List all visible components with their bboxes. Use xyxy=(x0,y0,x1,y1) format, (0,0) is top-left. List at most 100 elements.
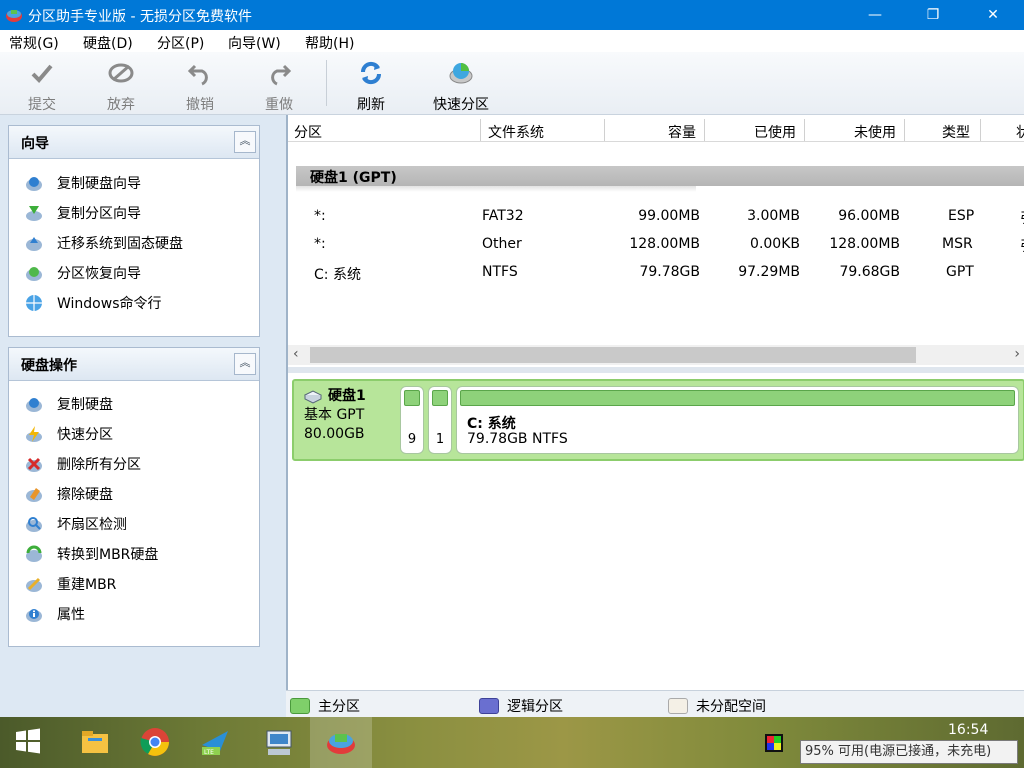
sidebar-item-wipe-disk[interactable]: 擦除硬盘 xyxy=(25,482,113,506)
file-explorer-icon[interactable] xyxy=(78,725,112,759)
collapse-icon[interactable]: ︽ xyxy=(234,131,256,153)
partition-name: C: 系统 xyxy=(467,416,516,432)
menu-help[interactable]: 帮助(H) xyxy=(305,33,354,53)
window-title: 分区助手专业版 - 无损分区免费软件 xyxy=(28,9,252,25)
col-status[interactable]: 状 xyxy=(1016,122,1024,141)
disk-map[interactable]: 硬盘1 基本 GPT 80.00GB 9 1 C: 系统 79.78GB NTF… xyxy=(292,379,1024,461)
app-logo-icon xyxy=(6,10,22,22)
legend-primary: 主分区 xyxy=(290,696,360,716)
usage-bar xyxy=(460,390,1015,406)
undo-icon xyxy=(187,64,208,86)
info-icon xyxy=(26,609,42,622)
quick-partition-button[interactable]: 快速分区 xyxy=(426,60,496,114)
partition-block-c[interactable]: C: 系统 79.78GB NTFS xyxy=(456,386,1019,454)
wizard-panel-header: 向导 ︽ xyxy=(9,126,259,159)
sidebar-item-copy-partition-wizard[interactable]: 复制分区向导 xyxy=(25,201,141,225)
taskbar-clock[interactable]: 16:54 xyxy=(948,722,988,738)
chrome-icon[interactable] xyxy=(138,725,172,759)
lightning-icon xyxy=(26,426,42,442)
sidebar-item-windows-cmd[interactable]: Windows命令行 xyxy=(25,291,162,315)
discard-icon xyxy=(108,63,134,83)
redo-button[interactable]: 重做 xyxy=(249,60,309,114)
redo-icon xyxy=(271,64,292,86)
disk-ops-panel-title: 硬盘操作 xyxy=(21,358,77,374)
commit-button[interactable]: 提交 xyxy=(12,60,72,114)
close-button[interactable]: ✕ xyxy=(970,0,1016,30)
col-free[interactable]: 未使用 xyxy=(854,122,896,141)
sidebar-item-properties[interactable]: 属性 xyxy=(25,602,85,626)
legend-unallocated: 未分配空间 xyxy=(668,696,766,716)
partition-list-area: 分区 文件系统 容量 已使用 未使用 类型 状 硬盘1 (GPT) *: FAT… xyxy=(286,115,1024,690)
sidebar: 向导 ︽ 复制硬盘向导 复制分区向导 迁移系统到固态硬盘 分区恢复向导 Wind… xyxy=(0,115,286,717)
col-capacity[interactable]: 容量 xyxy=(668,122,696,141)
partition-detail: 79.78GB NTFS xyxy=(467,431,568,447)
menu-bar: 常规(G) 硬盘(D) 分区(P) 向导(W) 帮助(H) xyxy=(0,30,1024,52)
sidebar-item-copy-disk-wizard[interactable]: 复制硬盘向导 xyxy=(25,171,141,195)
table-header: 分区 文件系统 容量 已使用 未使用 类型 状 xyxy=(288,119,1024,142)
sidebar-item-convert-mbr[interactable]: 转换到MBR硬盘 xyxy=(25,542,158,566)
sidebar-item-rebuild-mbr[interactable]: 重建MBR xyxy=(25,572,116,596)
horizontal-scrollbar[interactable]: ‹ › xyxy=(288,345,1024,365)
col-partition[interactable]: 分区 xyxy=(294,122,322,141)
rebuild-icon xyxy=(26,577,42,592)
col-separator xyxy=(980,119,981,141)
disk-copy-icon xyxy=(26,398,42,412)
scrollbar-thumb[interactable] xyxy=(310,347,916,363)
legend-logical: 逻辑分区 xyxy=(479,696,563,716)
disk-group-shadow xyxy=(296,186,696,192)
toolbar-separator xyxy=(326,60,327,106)
hard-disk-icon xyxy=(304,389,322,404)
eraser-icon xyxy=(26,488,42,502)
discard-button[interactable]: 放弃 xyxy=(91,60,151,114)
col-used[interactable]: 已使用 xyxy=(754,122,796,141)
remote-desktop-icon[interactable] xyxy=(262,725,296,759)
minimize-button[interactable]: — xyxy=(852,0,898,30)
recovery-icon xyxy=(26,267,42,281)
windows-start-icon[interactable] xyxy=(14,727,42,755)
menu-wizard[interactable]: 向导(W) xyxy=(228,33,281,53)
disk-size: 80.00GB xyxy=(304,426,365,442)
col-type[interactable]: 类型 xyxy=(942,122,970,141)
lte-app-icon[interactable]: LTE xyxy=(198,725,232,759)
scroll-right-icon[interactable]: › xyxy=(1014,346,1020,362)
sidebar-item-bad-sector-check[interactable]: 坏扇区检测 xyxy=(25,512,127,536)
maximize-button[interactable]: ❐ xyxy=(910,0,956,30)
toolbar: 提交 放弃 撤销 重做 刷新 快速分区 xyxy=(0,52,1024,115)
table-row[interactable]: C: 系统 NTFS 79.78GB 97.29MB 79.68GB GPT xyxy=(288,262,1024,284)
col-filesystem[interactable]: 文件系统 xyxy=(488,122,544,141)
menu-disk[interactable]: 硬盘(D) xyxy=(83,33,133,53)
legend-bar: 主分区 逻辑分区 未分配空间 xyxy=(286,690,1024,718)
refresh-button[interactable]: 刷新 xyxy=(341,60,401,114)
sidebar-item-quick-partition[interactable]: 快速分区 xyxy=(25,422,113,446)
table-row[interactable]: *: Other 128.00MB 0.00KB 128.00MB MSR 引 xyxy=(288,234,1024,256)
disk-group-header[interactable]: 硬盘1 (GPT) xyxy=(296,166,1024,186)
table-row[interactable]: *: FAT32 99.00MB 3.00MB 96.00MB ESP 引 xyxy=(288,206,1024,228)
col-separator xyxy=(480,119,481,141)
disk-type: 基本 GPT xyxy=(304,407,365,423)
menu-general[interactable]: 常规(G) xyxy=(9,33,59,53)
partition-assistant-taskbar-button[interactable] xyxy=(310,717,372,768)
title-bar: 分区助手专业版 - 无损分区免费软件 — ❐ ✕ xyxy=(0,0,1024,30)
color-app-tray-icon[interactable] xyxy=(764,733,784,753)
pane-splitter[interactable] xyxy=(288,367,1024,373)
collapse-icon[interactable]: ︽ xyxy=(234,353,256,375)
refresh-icon xyxy=(360,61,382,85)
menu-partition[interactable]: 分区(P) xyxy=(157,33,204,53)
sidebar-item-delete-all-partitions[interactable]: 删除所有分区 xyxy=(25,452,141,476)
svg-text:LTE: LTE xyxy=(204,749,214,756)
disk-name: 硬盘1 xyxy=(328,388,366,404)
partition-block-msr[interactable]: 1 xyxy=(428,386,452,454)
quick-partition-icon xyxy=(449,63,473,84)
sidebar-item-copy-disk[interactable]: 复制硬盘 xyxy=(25,392,113,416)
sidebar-item-migrate-os-ssd[interactable]: 迁移系统到固态硬盘 xyxy=(25,231,183,255)
undo-button[interactable]: 撤销 xyxy=(170,60,230,114)
disk-copy-icon xyxy=(26,177,42,191)
partition-assistant-icon xyxy=(327,734,355,754)
disk-info: 硬盘1 基本 GPT 80.00GB xyxy=(304,387,366,444)
partition-block-esp[interactable]: 9 xyxy=(400,386,424,454)
convert-icon xyxy=(26,545,42,562)
usage-bar xyxy=(404,390,420,406)
sidebar-item-partition-recovery[interactable]: 分区恢复向导 xyxy=(25,261,141,285)
globe-icon xyxy=(26,295,42,311)
scroll-left-icon[interactable]: ‹ xyxy=(293,346,299,362)
